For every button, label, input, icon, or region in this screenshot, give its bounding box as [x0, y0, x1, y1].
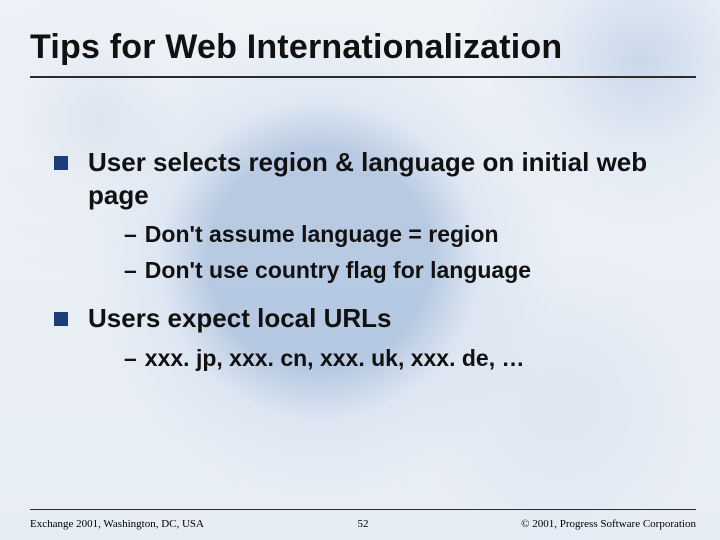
sub-bullet-group: – xxx. jp, xxx. cn, xxx. uk, xxx. de, …: [124, 341, 690, 377]
sub-bullet-text: xxx. jp, xxx. cn, xxx. uk, xxx. de, …: [145, 341, 525, 377]
bullet-text: User selects region & language on initia…: [88, 146, 690, 211]
slide-number: 52: [30, 518, 696, 530]
sub-bullet-item: – Don't assume language = region: [124, 217, 690, 253]
dash-icon: –: [124, 253, 137, 289]
sub-bullet-item: – xxx. jp, xxx. cn, xxx. uk, xxx. de, …: [124, 341, 690, 377]
dash-icon: –: [124, 341, 137, 377]
square-bullet-icon: [54, 312, 68, 326]
dash-icon: –: [124, 217, 137, 253]
sub-bullet-group: – Don't assume language = region – Don't…: [124, 217, 690, 288]
slide-footer: Exchange 2001, Washington, DC, USA 52 © …: [30, 518, 696, 530]
slide: Tips for Web Internationalization User s…: [0, 0, 720, 540]
slide-body: User selects region & language on initia…: [54, 146, 690, 390]
sub-bullet-text: Don't assume language = region: [145, 217, 499, 253]
bullet-item: Users expect local URLs: [54, 302, 690, 335]
title-divider: [30, 76, 696, 78]
bullet-item: User selects region & language on initia…: [54, 146, 690, 211]
square-bullet-icon: [54, 156, 68, 170]
bullet-text: Users expect local URLs: [88, 302, 391, 335]
slide-title: Tips for Web Internationalization: [30, 28, 562, 67]
sub-bullet-text: Don't use country flag for language: [145, 253, 531, 289]
sub-bullet-item: – Don't use country flag for language: [124, 253, 690, 289]
footer-divider: [30, 509, 696, 510]
